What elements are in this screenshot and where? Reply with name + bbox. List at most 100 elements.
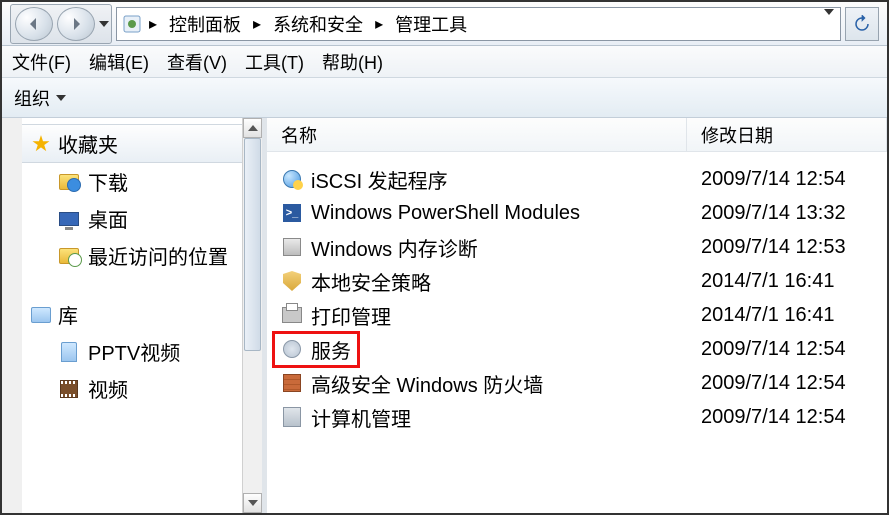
library-icon bbox=[30, 304, 52, 326]
file-name-cell: 服务 bbox=[267, 331, 687, 368]
file-name-label: 服务 bbox=[311, 335, 351, 364]
file-name-label: iSCSI 发起程序 bbox=[311, 165, 448, 194]
file-name-label: 打印管理 bbox=[311, 301, 391, 330]
control-panel-icon bbox=[123, 15, 141, 33]
scroll-thumb[interactable] bbox=[244, 138, 261, 351]
file-date-cell: 2009/7/14 12:54 bbox=[687, 168, 887, 191]
favorites-header[interactable]: ★ 收藏夹 bbox=[22, 124, 242, 163]
file-row[interactable]: 高级安全 Windows 防火墙 2009/7/14 12:54 bbox=[267, 366, 887, 400]
column-name-label: 名称 bbox=[281, 122, 317, 148]
file-row[interactable]: Windows 内存诊断 2009/7/14 12:53 bbox=[267, 230, 887, 264]
sidebar-item-recent[interactable]: 最近访问的位置 bbox=[22, 237, 242, 274]
scroll-up-button[interactable] bbox=[243, 118, 262, 138]
library-header[interactable]: 库 bbox=[22, 296, 242, 333]
ps-icon: >_ bbox=[281, 202, 303, 224]
explorer-window: ▸ 控制面板 ▸ 系统和安全 ▸ 管理工具 文件(F) 编辑(E) 查看(V) … bbox=[0, 0, 889, 515]
video-library-icon bbox=[58, 341, 80, 363]
chevron-right-icon[interactable]: ▸ bbox=[375, 14, 383, 34]
breadcrumb-root[interactable]: 控制面板 bbox=[165, 9, 245, 39]
scroll-track[interactable] bbox=[243, 138, 262, 493]
file-name-label: Windows 内存诊断 bbox=[311, 233, 478, 262]
library-group: 库 PPTV视频 视频 bbox=[22, 296, 242, 407]
highlight-box: 服务 bbox=[272, 331, 360, 368]
favorites-group: ★ 收藏夹 下载 桌面 最近访问的位置 bbox=[22, 124, 242, 274]
library-label: 库 bbox=[58, 300, 78, 329]
file-row[interactable]: >_Windows PowerShell Modules2009/7/14 13… bbox=[267, 196, 887, 230]
file-name-cell: 打印管理 bbox=[267, 301, 687, 330]
file-name-label: 计算机管理 bbox=[311, 403, 411, 432]
refresh-button[interactable] bbox=[845, 7, 879, 41]
desktop-icon bbox=[58, 208, 80, 230]
menubar: 文件(F) 编辑(E) 查看(V) 工具(T) 帮助(H) bbox=[2, 46, 887, 78]
address-bar[interactable]: ▸ 控制面板 ▸ 系统和安全 ▸ 管理工具 bbox=[116, 7, 841, 41]
folder-download-icon bbox=[58, 171, 80, 193]
file-name-label: 高级安全 Windows 防火墙 bbox=[311, 369, 543, 398]
arrow-up-icon bbox=[248, 125, 258, 131]
menu-view[interactable]: 查看(V) bbox=[167, 49, 227, 75]
chip-icon bbox=[281, 236, 303, 258]
sidebar-item-label: 下载 bbox=[88, 167, 128, 196]
file-row[interactable]: 计算机管理 2009/7/14 12:54 bbox=[267, 400, 887, 434]
file-name-cell: 本地安全策略 bbox=[267, 267, 687, 296]
organize-button[interactable]: 组织 bbox=[14, 85, 66, 111]
file-date-cell: 2014/7/1 16:41 bbox=[687, 270, 887, 293]
nav-gutter bbox=[2, 118, 22, 513]
file-row[interactable]: 打印管理 2014/7/1 16:41 bbox=[267, 298, 887, 332]
breadcrumb-leaf[interactable]: 管理工具 bbox=[391, 9, 471, 39]
nav-buttons-shell bbox=[10, 4, 112, 44]
body-area: ★ 收藏夹 下载 桌面 最近访问的位置 bbox=[2, 118, 887, 513]
printer-icon bbox=[281, 304, 303, 326]
file-row[interactable]: 服务2009/7/14 12:54 bbox=[267, 332, 887, 366]
column-header-name[interactable]: 名称 bbox=[267, 118, 687, 151]
sidebar-item-desktop[interactable]: 桌面 bbox=[22, 200, 242, 237]
history-dropdown-icon[interactable] bbox=[99, 21, 109, 27]
list-pane: 名称 修改日期 iSCSI 发起程序2009/7/14 12:54>_Windo… bbox=[267, 118, 887, 513]
menu-edit[interactable]: 编辑(E) bbox=[89, 49, 149, 75]
file-name-cell: iSCSI 发起程序 bbox=[267, 165, 687, 194]
firewall-icon bbox=[281, 372, 303, 394]
file-row[interactable]: 本地安全策略 2014/7/1 16:41 bbox=[267, 264, 887, 298]
file-date-cell: 2009/7/14 12:54 bbox=[687, 406, 887, 429]
column-header-date[interactable]: 修改日期 bbox=[687, 118, 887, 151]
file-row[interactable]: iSCSI 发起程序 2009/7/14 12:54 bbox=[267, 162, 887, 196]
sidebar-item-downloads[interactable]: 下载 bbox=[22, 163, 242, 200]
sidebar-item-label: 视频 bbox=[88, 374, 128, 403]
breadcrumb-mid[interactable]: 系统和安全 bbox=[269, 9, 367, 39]
file-date-cell: 2009/7/14 12:53 bbox=[687, 236, 887, 259]
column-date-label: 修改日期 bbox=[701, 122, 773, 148]
organize-label: 组织 bbox=[14, 85, 50, 111]
chevron-down-icon bbox=[56, 95, 66, 101]
menu-file[interactable]: 文件(F) bbox=[12, 49, 71, 75]
back-button[interactable] bbox=[15, 7, 53, 41]
scroll-down-button[interactable] bbox=[243, 493, 262, 513]
recent-folder-icon bbox=[58, 245, 80, 267]
file-name-cell: 计算机管理 bbox=[267, 403, 687, 432]
file-name-label: 本地安全策略 bbox=[311, 267, 431, 296]
address-dropdown-icon[interactable] bbox=[822, 15, 834, 33]
nav-scrollbar[interactable] bbox=[242, 118, 262, 513]
favorites-label: 收藏夹 bbox=[58, 129, 118, 158]
chevron-right-icon[interactable]: ▸ bbox=[149, 14, 157, 34]
film-icon bbox=[58, 378, 80, 400]
globe-icon bbox=[281, 168, 303, 190]
file-date-cell: 2014/7/1 16:41 bbox=[687, 304, 887, 327]
sidebar-item-video[interactable]: 视频 bbox=[22, 370, 242, 407]
gear-icon bbox=[281, 338, 303, 360]
file-name-cell: >_Windows PowerShell Modules bbox=[267, 202, 687, 225]
menu-help[interactable]: 帮助(H) bbox=[322, 49, 383, 75]
arrow-down-icon bbox=[248, 500, 258, 506]
address-toolbar: ▸ 控制面板 ▸ 系统和安全 ▸ 管理工具 bbox=[2, 2, 887, 46]
file-list: iSCSI 发起程序2009/7/14 12:54>_Windows Power… bbox=[267, 152, 887, 513]
shield-icon bbox=[281, 270, 303, 292]
menu-tools[interactable]: 工具(T) bbox=[245, 49, 304, 75]
forward-button[interactable] bbox=[57, 7, 95, 41]
sidebar-item-label: PPTV视频 bbox=[88, 337, 180, 366]
star-icon: ★ bbox=[30, 133, 52, 155]
file-date-cell: 2009/7/14 12:54 bbox=[687, 372, 887, 395]
server-icon bbox=[281, 406, 303, 428]
toolbar: 组织 bbox=[2, 78, 887, 118]
chevron-right-icon[interactable]: ▸ bbox=[253, 14, 261, 34]
file-name-cell: 高级安全 Windows 防火墙 bbox=[267, 369, 687, 398]
file-date-cell: 2009/7/14 13:32 bbox=[687, 202, 887, 225]
sidebar-item-pptv[interactable]: PPTV视频 bbox=[22, 333, 242, 370]
